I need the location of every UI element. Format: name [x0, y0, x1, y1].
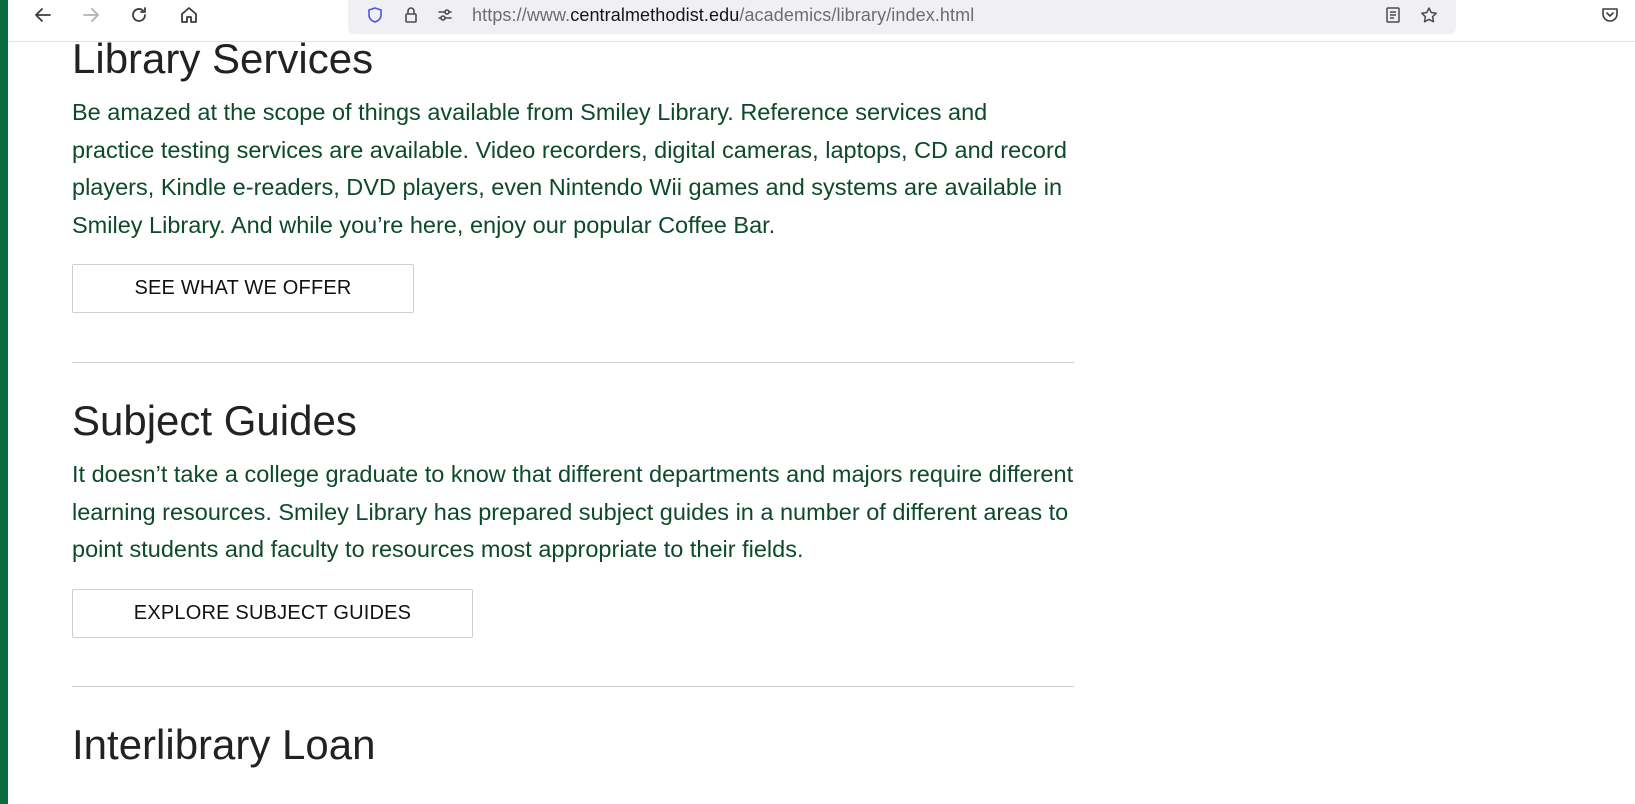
- section-divider: [72, 362, 1074, 363]
- section-title: Subject Guides: [72, 397, 357, 444]
- subject-guides-section: Subject Guides It doesn’t take a college…: [72, 396, 1074, 638]
- home-icon: [181, 7, 197, 23]
- back-button[interactable]: [30, 2, 56, 28]
- arrow-left-icon: [35, 8, 51, 22]
- section-title: Library Services: [72, 35, 374, 82]
- reload-button[interactable]: [126, 2, 152, 28]
- section-body: Be amazed at the scope of things availab…: [72, 99, 1067, 238]
- shield-icon[interactable]: [364, 4, 386, 26]
- forward-button[interactable]: [78, 2, 104, 28]
- arrow-right-icon: [83, 8, 99, 22]
- pocket-button[interactable]: [1597, 2, 1623, 28]
- pocket-icon: [1602, 8, 1618, 22]
- see-what-we-offer-button[interactable]: SEE WHAT WE OFFER: [72, 264, 414, 313]
- interlibrary-loan-section: Interlibrary Loan: [72, 720, 1074, 770]
- library-services-section: Library Services Be amazed at the scope …: [72, 34, 1074, 313]
- main-content: Library Services Be amazed at the scope …: [72, 34, 1074, 770]
- reload-icon: [132, 7, 146, 22]
- url-text[interactable]: https://www.centralmethodist.edu/academi…: [472, 5, 974, 26]
- address-bar[interactable]: https://www.centralmethodist.edu/academi…: [348, 0, 1456, 34]
- section-divider: [72, 685, 1074, 687]
- section-title: Interlibrary Loan: [72, 720, 376, 768]
- desktop-frame-left: [0, 0, 8, 804]
- explore-subject-guides-button[interactable]: EXPLORE SUBJECT GUIDES: [72, 588, 473, 638]
- permissions-icon[interactable]: [434, 4, 456, 26]
- home-button[interactable]: [176, 2, 202, 28]
- reader-view-icon[interactable]: [1382, 4, 1404, 26]
- section-body: It doesn’t take a college graduate to kn…: [72, 461, 1074, 562]
- lock-icon[interactable]: [400, 4, 422, 26]
- bookmark-star-icon[interactable]: [1418, 4, 1440, 26]
